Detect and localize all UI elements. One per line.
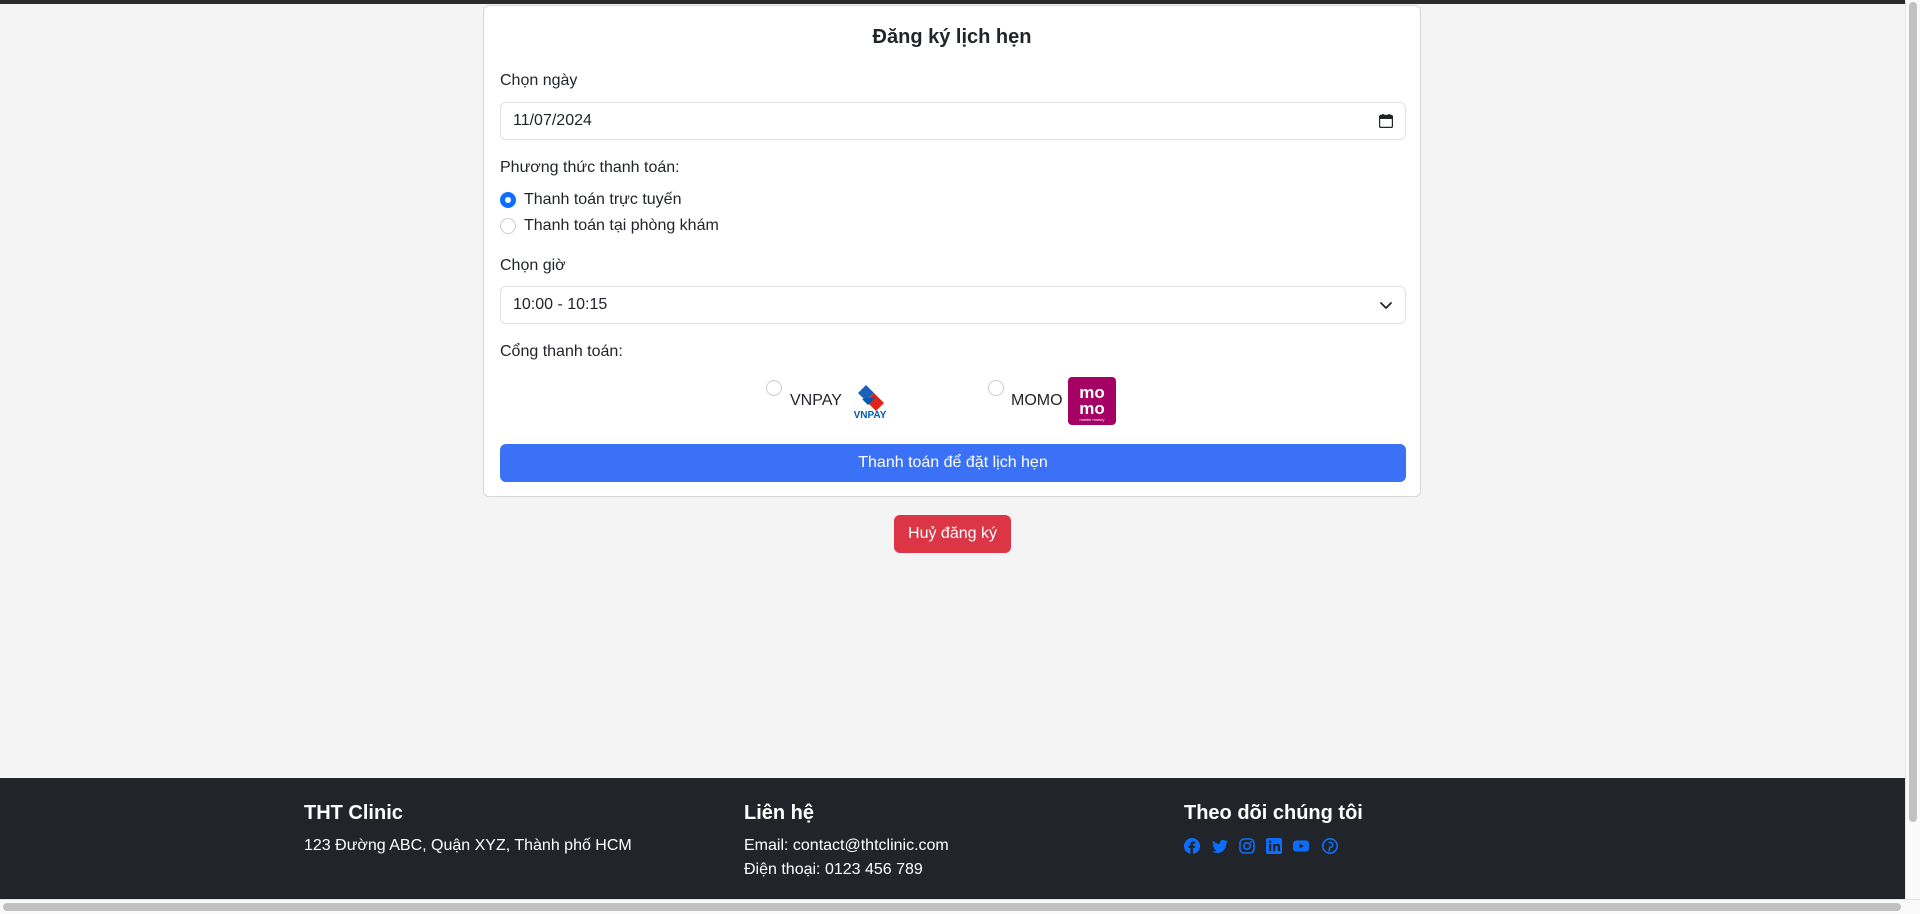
time-select-value: 10:00 - 10:15 <box>513 296 608 313</box>
footer-clinic-name: THT Clinic <box>304 802 403 824</box>
vnpay-logo: VNPAY <box>854 385 887 421</box>
horizontal-scrollbar-thumb[interactable] <box>3 903 1901 911</box>
momo-logo: mo mo mobile money <box>1068 377 1116 425</box>
form-title: Đăng ký lịch hẹn <box>872 26 1032 48</box>
gateway-label: Cổng thanh toán: <box>500 343 623 360</box>
pinterest-icon[interactable] <box>1322 838 1338 854</box>
youtube-icon[interactable] <box>1293 838 1309 854</box>
vertical-scrollbar[interactable] <box>1905 0 1920 899</box>
radio-momo[interactable] <box>988 380 1004 396</box>
vnpay-logo-text: VNPAY <box>854 410 887 421</box>
linkedin-icon[interactable] <box>1266 838 1282 854</box>
facebook-icon[interactable] <box>1184 838 1200 854</box>
footer-address: 123 Đường ABC, Quận XYZ, Thành phố HCM <box>304 837 632 854</box>
online-payment-label: Thanh toán trực tuyến <box>524 191 682 208</box>
svg-text:mo: mo <box>1079 399 1105 418</box>
svg-text:mobile money: mobile money <box>1080 417 1105 422</box>
cancel-registration-button[interactable]: Huỷ đăng ký <box>894 515 1011 553</box>
top-bar <box>0 0 1905 4</box>
horizontal-scrollbar[interactable] <box>0 899 1920 914</box>
momo-label: MOMO <box>1011 392 1063 409</box>
radio-clinic-payment[interactable] <box>500 218 516 234</box>
vertical-scrollbar-thumb[interactable] <box>1909 2 1917 822</box>
footer-phone: Điện thoại: 0123 456 789 <box>744 861 923 878</box>
footer-follow-heading: Theo dõi chúng tôi <box>1184 802 1363 824</box>
chevron-down-icon <box>1380 302 1392 309</box>
date-input[interactable]: 11/07/2024 <box>500 102 1406 140</box>
payment-method-label: Phương thức thanh toán: <box>500 159 680 176</box>
footer-email: Email: contact@thtclinic.com <box>744 837 949 854</box>
time-select[interactable]: 10:00 - 10:15 <box>500 286 1406 324</box>
date-value: 11/07/2024 <box>513 112 592 129</box>
twitter-icon[interactable] <box>1212 838 1228 854</box>
footer-contact-heading: Liên hệ <box>744 802 815 824</box>
calendar-icon[interactable] <box>1379 114 1393 128</box>
clinic-payment-label: Thanh toán tại phòng khám <box>524 217 719 234</box>
appointment-form-card: Đăng ký lịch hẹn Chọn ngày 11/07/2024 Ph… <box>483 5 1421 497</box>
submit-payment-button[interactable]: Thanh toán để đặt lịch hẹn <box>500 444 1406 482</box>
radio-online-payment[interactable] <box>496 188 520 212</box>
radio-vnpay[interactable] <box>766 380 782 396</box>
date-label: Chọn ngày <box>500 72 578 89</box>
footer: THT Clinic 123 Đường ABC, Quận XYZ, Thàn… <box>0 778 1905 899</box>
vnpay-label: VNPAY <box>790 392 842 409</box>
instagram-icon[interactable] <box>1239 838 1255 854</box>
time-label: Chọn giờ <box>500 257 566 274</box>
